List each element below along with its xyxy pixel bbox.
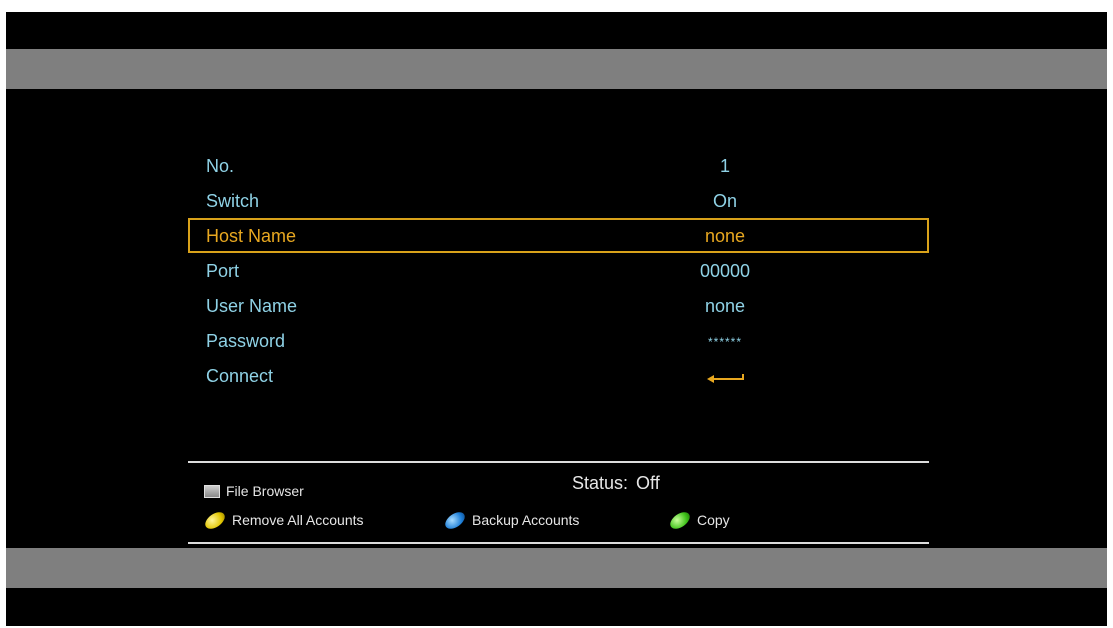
yellow-key-icon <box>202 508 228 532</box>
status-indicator: Status: Off <box>572 473 660 494</box>
menu-row-label: No. <box>206 156 235 176</box>
menu-row-label: Password <box>206 331 286 351</box>
legend-file-browser[interactable]: File Browser <box>204 483 304 499</box>
enter-arrow-icon[interactable] <box>705 371 745 385</box>
menu-row-value: 1 <box>719 156 730 176</box>
menu-row-value: none <box>704 296 746 316</box>
menu-row-user-name[interactable]: User Name none <box>188 288 929 323</box>
legend-label: Remove All Accounts <box>232 512 364 528</box>
legend-backup-accounts[interactable]: Backup Accounts <box>442 508 580 532</box>
status-label: Status: <box>572 473 629 493</box>
status-value: Off <box>636 473 660 493</box>
menu-row-value: On <box>712 191 737 211</box>
menu-row-label: Connect <box>206 366 274 386</box>
menu-row-no[interactable]: No. 1 <box>188 148 929 183</box>
menu-row-value: 00000 <box>699 261 751 281</box>
top-band <box>6 49 1107 89</box>
footer-divider-bottom <box>188 542 929 544</box>
legend-label: File Browser <box>226 483 304 499</box>
password-masked-value: ****** <box>707 335 743 349</box>
menu-row-label: Host Name <box>206 226 297 246</box>
account-settings-menu: No. 1 Switch On Host Name none Port 0000… <box>188 148 929 393</box>
menu-row-password[interactable]: Password ****** <box>188 323 929 358</box>
grey-key-icon <box>204 484 220 498</box>
legend-remove-all-accounts[interactable]: Remove All Accounts <box>202 508 364 532</box>
menu-row-connect[interactable]: Connect <box>188 358 929 393</box>
menu-row-port[interactable]: Port 00000 <box>188 253 929 288</box>
bottom-band <box>6 548 1107 588</box>
menu-row-value: none <box>704 226 746 246</box>
menu-row-label: User Name <box>206 296 298 316</box>
menu-row-label: Switch <box>206 191 260 211</box>
legend-label: Copy <box>697 512 730 528</box>
blue-key-icon <box>442 508 468 532</box>
tv-screen: No. 1 Switch On Host Name none Port 0000… <box>6 12 1107 626</box>
legend-label: Backup Accounts <box>472 512 580 528</box>
menu-row-switch[interactable]: Switch On <box>188 183 929 218</box>
menu-row-label: Port <box>206 261 240 281</box>
menu-row-host-name[interactable]: Host Name none <box>188 218 929 253</box>
footer-divider-top <box>188 461 929 463</box>
legend-copy[interactable]: Copy <box>667 508 730 532</box>
green-key-icon <box>667 508 693 532</box>
